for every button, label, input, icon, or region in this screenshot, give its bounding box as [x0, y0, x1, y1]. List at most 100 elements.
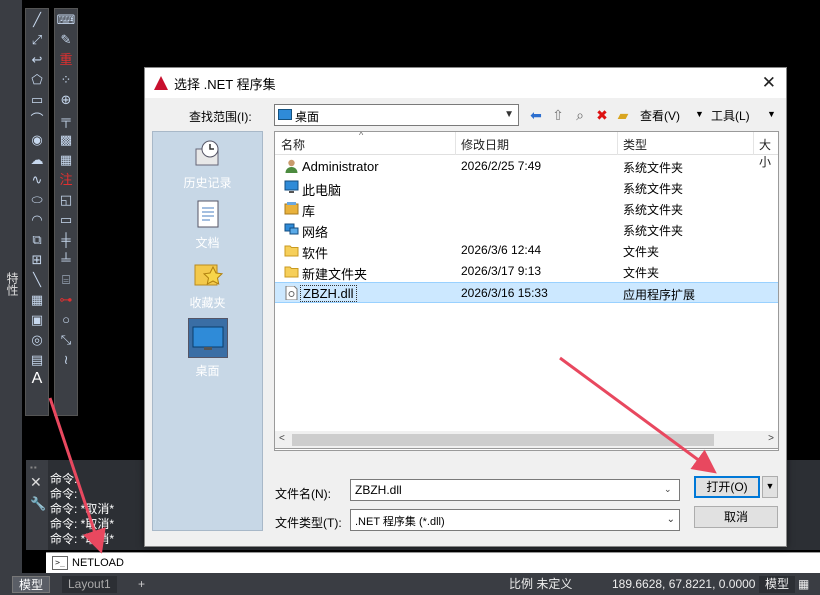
- tools-menu[interactable]: 工具(L): [711, 107, 750, 124]
- place-documents[interactable]: 文档: [153, 198, 262, 251]
- properties-side-tab[interactable]: 特性: [0, 0, 22, 575]
- dots-icon[interactable]: ⁘: [55, 69, 77, 89]
- polygon-icon[interactable]: ⬠: [26, 69, 48, 89]
- scroll-left-icon[interactable]: <: [279, 433, 285, 444]
- circle-tool-icon[interactable]: ○: [55, 309, 77, 329]
- code-icon[interactable]: ⌨: [55, 9, 77, 29]
- construction-line-icon[interactable]: ⤢: [26, 29, 48, 49]
- up-folder-icon[interactable]: ⇧: [549, 106, 567, 124]
- new-folder-icon[interactable]: ▰: [614, 106, 632, 124]
- file-type: 系统文件夹: [623, 224, 684, 238]
- list-item[interactable]: 网络 系统文件夹: [275, 219, 778, 240]
- layer-icon[interactable]: ⌸: [55, 269, 77, 289]
- polyline-icon[interactable]: ↩: [26, 49, 48, 69]
- column-name[interactable]: 名称: [281, 136, 305, 153]
- scale-icon[interactable]: ⤡: [55, 329, 77, 349]
- gradient-icon[interactable]: ▣: [26, 309, 48, 329]
- hatch-icon[interactable]: ▦: [26, 289, 48, 309]
- grid-icon[interactable]: ▦: [55, 149, 77, 169]
- annotation-icon[interactable]: 注: [55, 169, 77, 189]
- bars-icon[interactable]: ╪: [55, 229, 77, 249]
- list-item[interactable]: 软件 2026/3/6 12:44 文件夹: [275, 240, 778, 261]
- list-item[interactable]: 新建文件夹 2026/3/17 9:13 文件夹: [275, 261, 778, 282]
- delete-icon[interactable]: ✖: [593, 106, 611, 124]
- list-item[interactable]: 此电脑 系统文件夹: [275, 177, 778, 198]
- file-type: 系统文件夹: [623, 161, 684, 175]
- file-date: 2026/3/16 15:33: [461, 286, 548, 300]
- back-icon[interactable]: ⬅: [527, 106, 545, 124]
- horizontal-scrollbar[interactable]: < >: [274, 431, 779, 449]
- region-icon[interactable]: ◎: [26, 329, 48, 349]
- place-history[interactable]: 历史记录: [153, 138, 262, 191]
- desktop-icon: [187, 318, 228, 358]
- filetype-combo[interactable]: .NET 程序集 (*.dll) ⌄: [350, 509, 680, 531]
- place-favorites[interactable]: 收藏夹: [153, 258, 262, 311]
- rectangle-icon[interactable]: ▭: [26, 89, 48, 109]
- custom-toolbar: ⌨ ✎ 重 ⁘ ⊕ ╤ ▩ ▦ 注 ◱ ▭ ╪ ╧ ⌸ ⊶ ○ ⤡ ≀: [54, 8, 78, 416]
- table-icon[interactable]: ▤: [26, 349, 48, 369]
- column-type[interactable]: 类型: [623, 136, 647, 153]
- scroll-right-icon[interactable]: >: [768, 433, 774, 444]
- chevron-down-icon[interactable]: ⌄: [664, 484, 672, 495]
- column-date[interactable]: 修改日期: [461, 136, 509, 153]
- file-date: 2026/3/6 12:44: [461, 243, 542, 257]
- add-layout-button[interactable]: +: [132, 576, 151, 593]
- revision-cloud-icon[interactable]: ☁: [26, 149, 48, 169]
- place-label: 历史记录: [183, 176, 232, 190]
- redraw-icon[interactable]: 重: [55, 49, 77, 69]
- command-input[interactable]: NETLOAD: [72, 557, 124, 569]
- grip-icon[interactable]: ▪▪: [30, 463, 38, 472]
- tab-layout1[interactable]: Layout1: [62, 576, 117, 593]
- circle-icon[interactable]: ◉: [26, 129, 48, 149]
- line-icon[interactable]: ╱: [26, 9, 48, 29]
- ellipse-icon[interactable]: ⬭: [26, 189, 48, 209]
- filename-input[interactable]: [350, 479, 680, 501]
- paint-icon[interactable]: ✎: [55, 29, 77, 49]
- tab-model[interactable]: 模型: [12, 576, 51, 593]
- file-list[interactable]: ^ 名称 修改日期 类型 大小 Administrator 2026/2/25 …: [274, 131, 779, 451]
- autocad-icon: [154, 76, 168, 90]
- place-label: 收藏夹: [189, 296, 226, 310]
- list-item[interactable]: 库 系统文件夹: [275, 198, 778, 219]
- frame-icon[interactable]: ▭: [55, 209, 77, 229]
- open-options-dropdown[interactable]: ▼: [762, 476, 778, 498]
- point-icon[interactable]: ╲: [26, 269, 48, 289]
- status-bar: 模型 Layout1 + 比例 未定义 189.6628, 67.8221, 0…: [0, 573, 820, 595]
- close-button[interactable]: ✕: [762, 74, 776, 91]
- close-icon[interactable]: ✕: [30, 474, 42, 491]
- annotation-scale[interactable]: 比例 未定义: [503, 576, 578, 593]
- ellipse-arc-icon[interactable]: ◠: [26, 209, 48, 229]
- look-in-combo[interactable]: 桌面 ▼: [274, 104, 519, 126]
- red-mark-icon[interactable]: ⊶: [55, 289, 77, 309]
- insert-block-icon[interactable]: ⧉: [26, 229, 48, 249]
- make-block-icon[interactable]: ⊞: [26, 249, 48, 269]
- rect-icon[interactable]: ◱: [55, 189, 77, 209]
- file-name: 网络: [302, 225, 329, 240]
- list-item-selected[interactable]: ZBZH.dll 2026/3/16 15:33 应用程序扩展: [275, 282, 778, 303]
- command-line[interactable]: >_ NETLOAD: [46, 552, 820, 573]
- open-button[interactable]: 打开(O): [694, 476, 760, 498]
- file-type: 文件夹: [623, 266, 660, 280]
- grid-icon[interactable]: ▦: [792, 576, 815, 593]
- dimension-icon[interactable]: ╤: [55, 109, 77, 129]
- wrench-icon[interactable]: 🔧: [30, 496, 46, 512]
- chevron-down-icon[interactable]: ▼: [695, 109, 704, 119]
- zoom-icon[interactable]: ⊕: [55, 89, 77, 109]
- model-space-button[interactable]: 模型: [759, 576, 796, 593]
- cancel-button[interactable]: 取消: [694, 506, 778, 528]
- chevron-down-icon[interactable]: ▼: [767, 109, 776, 119]
- spline-icon[interactable]: ∿: [26, 169, 48, 189]
- bars2-icon[interactable]: ╧: [55, 249, 77, 269]
- look-in-label: 查找范围(I):: [189, 110, 252, 124]
- computer-icon: [284, 180, 299, 193]
- list-item[interactable]: Administrator 2026/2/25 7:49 系统文件夹: [275, 156, 778, 177]
- text-icon[interactable]: A: [26, 369, 48, 389]
- place-desktop[interactable]: 桌面: [153, 318, 262, 379]
- qr-icon[interactable]: ▩: [55, 129, 77, 149]
- wave-icon[interactable]: ≀: [55, 349, 77, 369]
- file-name: 此电脑: [302, 183, 342, 198]
- scrollbar-thumb[interactable]: [292, 434, 714, 446]
- search-web-icon[interactable]: ⌕: [571, 106, 589, 124]
- view-menu[interactable]: 查看(V): [640, 107, 680, 124]
- arc-icon[interactable]: ⌒: [26, 109, 48, 129]
